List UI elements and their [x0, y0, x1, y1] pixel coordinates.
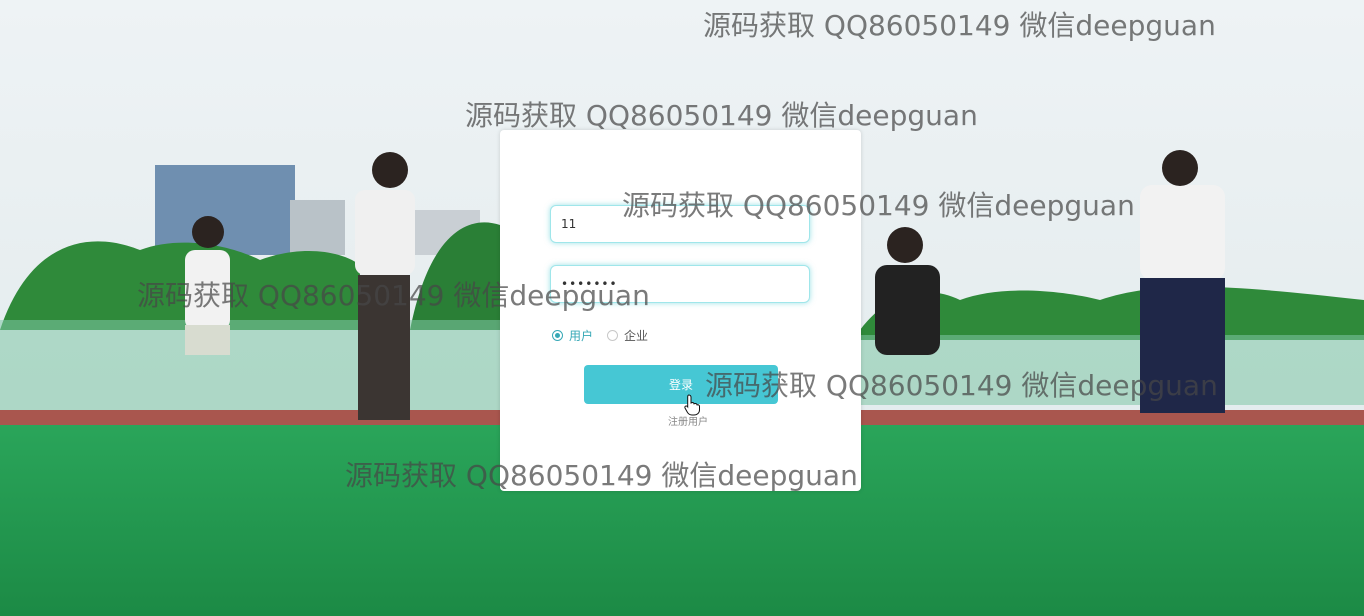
- building-left: [155, 165, 295, 255]
- login-button[interactable]: 登录: [584, 365, 778, 404]
- radio-role-user[interactable]: [552, 330, 563, 341]
- hand-cursor-icon: [684, 394, 700, 416]
- radio-role-user-label[interactable]: 用户: [569, 327, 593, 344]
- person-4: [1140, 150, 1225, 413]
- radio-role-company-label[interactable]: 企业: [624, 327, 648, 344]
- password-input[interactable]: [550, 265, 810, 303]
- radio-role-company[interactable]: [607, 330, 619, 341]
- page: 源码获取 QQ86050149 微信deepguan 源码获取 QQ860501…: [0, 0, 1364, 616]
- login-card: 用户 企业 登录 注册用户: [500, 130, 861, 491]
- username-input[interactable]: [550, 205, 810, 243]
- role-radio-group: 用户 企业: [552, 327, 648, 344]
- person-2: [355, 152, 415, 420]
